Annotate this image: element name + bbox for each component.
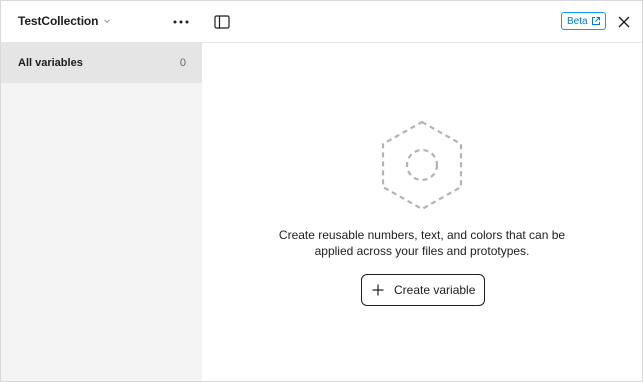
plus-icon [372,284,384,296]
chevron-down-icon [104,19,111,24]
sidebar-item-count: 0 [179,57,186,69]
sidebar-header: TestCollection [1,1,202,43]
collection-name: TestCollection [18,14,99,28]
dashed-hexagon-icon [381,120,463,211]
collections-sidebar: TestCollection All variables 0 [1,1,202,381]
empty-state: Create reusable numbers, text, and color… [202,43,642,381]
collection-dropdown[interactable]: TestCollection [11,9,118,33]
create-variable-label: Create variable [394,283,476,297]
more-horizontal-icon [173,20,189,24]
variables-main: Beta Create reusable numbers, text, and … [202,1,642,381]
variables-panel: TestCollection All variables 0 Beta Crea… [0,0,643,382]
external-link-icon [591,17,600,25]
sidebar-item-all-variables[interactable]: All variables 0 [1,43,202,83]
description-line-1: Create reusable numbers, text, and color… [278,228,566,242]
beta-label: Beta [567,15,588,27]
close-button[interactable] [612,10,636,34]
sidebar-toggle-button[interactable] [210,10,234,34]
sidebar-toggle-icon [214,15,230,29]
create-variable-button[interactable]: Create variable [361,274,485,306]
beta-badge[interactable]: Beta [561,12,606,30]
empty-state-description: Create reusable numbers, text, and color… [202,227,642,259]
description-line-2: applied across your files and prototypes… [314,244,530,258]
close-icon [618,16,630,28]
sidebar-item-label: All variables [18,57,83,69]
main-header: Beta [202,1,642,43]
more-options-button[interactable] [169,10,193,34]
